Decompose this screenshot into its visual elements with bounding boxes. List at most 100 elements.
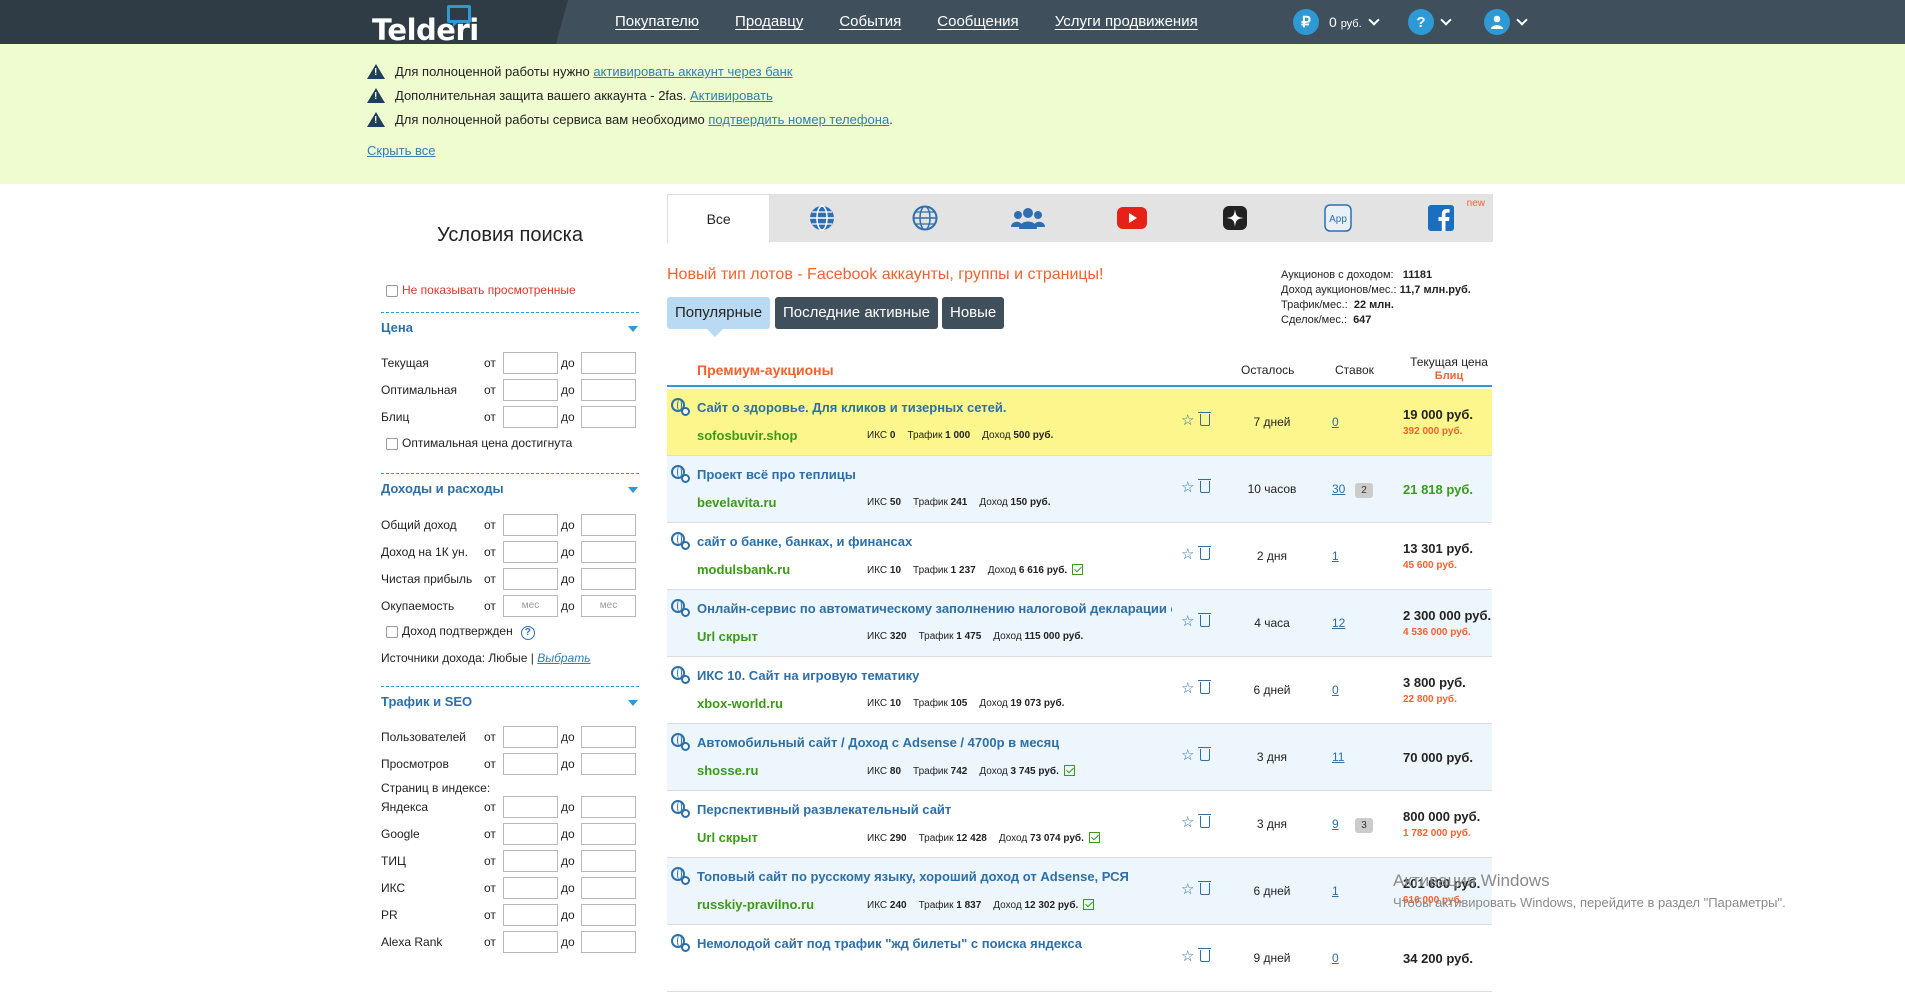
to-input[interactable] — [581, 850, 636, 872]
tab-youtube[interactable] — [1080, 194, 1183, 242]
star-icon[interactable]: ☆ — [1181, 815, 1194, 830]
site-search-icon[interactable] — [671, 867, 691, 887]
lot-title-link[interactable]: Онлайн-сервис по автоматическому заполне… — [697, 601, 1172, 616]
table-row[interactable]: Онлайн-сервис по автоматическому заполне… — [667, 590, 1492, 657]
filter-last-active[interactable]: Последние активные — [775, 297, 939, 329]
site-search-icon[interactable] — [671, 599, 691, 619]
from-input[interactable] — [503, 541, 558, 563]
col-time-left[interactable]: Осталось — [1241, 363, 1294, 377]
optimal-reached-checkbox[interactable]: Оптимальная цена достигнута — [386, 436, 572, 450]
from-input[interactable] — [503, 753, 558, 775]
from-input[interactable] — [503, 726, 558, 748]
star-icon[interactable]: ☆ — [1181, 480, 1194, 495]
from-months-input[interactable]: мес — [503, 595, 558, 617]
from-input[interactable] — [503, 850, 558, 872]
lot-title-link[interactable]: Проект всё про теплицы — [697, 467, 856, 482]
lot-title-link[interactable]: Сайт о здоровье. Для кликов и тизерных с… — [697, 400, 1007, 415]
tab-groups[interactable] — [977, 194, 1080, 242]
to-input[interactable] — [581, 931, 636, 953]
lot-title-link[interactable]: Автомобильный сайт / Доход с Adsense / 4… — [697, 735, 1059, 750]
from-input[interactable] — [503, 877, 558, 899]
chevron-down-icon[interactable] — [628, 487, 638, 493]
bids-link[interactable]: 0 — [1332, 683, 1339, 697]
activate-2fa-link[interactable]: Активировать — [690, 88, 773, 103]
lot-title-link[interactable]: Перспективный развлекательный сайт — [697, 802, 951, 817]
tab-all[interactable]: Все — [667, 194, 771, 243]
nav-seller[interactable]: Продавцу — [735, 13, 803, 30]
comments-badge[interactable]: 3 — [1355, 818, 1373, 833]
nav-promotion[interactable]: Услуги продвижения — [1055, 13, 1198, 30]
to-input[interactable] — [581, 352, 636, 374]
site-search-icon[interactable] — [671, 934, 691, 954]
star-icon[interactable]: ☆ — [1181, 681, 1194, 696]
from-input[interactable] — [503, 352, 558, 374]
from-input[interactable] — [503, 904, 558, 926]
confirm-phone-link[interactable]: подтвердить номер телефона — [708, 112, 889, 127]
col-price[interactable]: Текущая цена Блиц — [1407, 355, 1491, 383]
site-search-icon[interactable] — [671, 465, 691, 485]
balance-menu[interactable]: ₽ 0 руб. — [1293, 9, 1380, 35]
star-icon[interactable]: ☆ — [1181, 949, 1194, 964]
to-input[interactable] — [581, 726, 636, 748]
help-icon[interactable]: ? — [520, 626, 535, 640]
lot-title-link[interactable]: Топовый сайт по русскому языку, хороший … — [697, 869, 1129, 884]
section-traffic[interactable]: Трафик и SEO — [381, 694, 472, 709]
to-input[interactable] — [581, 514, 636, 536]
hide-all-link[interactable]: Скрыть все — [367, 143, 435, 158]
user-menu[interactable] — [1484, 9, 1528, 35]
site-search-icon[interactable] — [671, 666, 691, 686]
bids-link[interactable]: 11 — [1332, 750, 1344, 764]
trash-icon[interactable] — [1198, 680, 1211, 694]
tab-zen[interactable] — [1183, 194, 1286, 242]
bids-link[interactable]: 0 — [1332, 951, 1339, 965]
to-input[interactable] — [581, 877, 636, 899]
to-input[interactable] — [581, 796, 636, 818]
table-row[interactable]: Сайт о здоровье. Для кликов и тизерных с… — [667, 389, 1492, 456]
tab-facebook[interactable]: new — [1390, 194, 1493, 242]
trash-icon[interactable] — [1198, 881, 1211, 895]
bids-link[interactable]: 30 — [1332, 482, 1345, 496]
to-input[interactable] — [581, 823, 636, 845]
star-icon[interactable]: ☆ — [1181, 413, 1194, 428]
table-row[interactable]: ИКС 10. Сайт на игровую тематику xbox-wor… — [667, 657, 1492, 724]
site-search-icon[interactable] — [671, 532, 691, 552]
col-bids[interactable]: Ставок — [1335, 363, 1374, 377]
trash-icon[interactable] — [1198, 747, 1211, 761]
nav-messages[interactable]: Сообщения — [937, 13, 1018, 30]
from-input[interactable] — [503, 406, 558, 428]
income-confirmed-checkbox[interactable]: Доход подтвержден? — [386, 624, 535, 640]
trash-icon[interactable] — [1198, 546, 1211, 560]
nav-buyer[interactable]: Покупателю — [615, 13, 699, 30]
tab-sites[interactable] — [770, 194, 873, 242]
tab-domains[interactable] — [874, 194, 977, 242]
table-row[interactable]: Проект всё про теплицы bevelavita.ru ИКС 5… — [667, 456, 1492, 523]
site-search-icon[interactable] — [671, 800, 691, 820]
from-input[interactable] — [503, 514, 558, 536]
from-input[interactable] — [503, 568, 558, 590]
star-icon[interactable]: ☆ — [1181, 748, 1194, 763]
bids-link[interactable]: 9 — [1332, 817, 1339, 831]
trash-icon[interactable] — [1198, 948, 1211, 962]
table-row[interactable]: сайт о банке, банках, и финансах modulsba… — [667, 523, 1492, 590]
to-input[interactable] — [581, 568, 636, 590]
to-input[interactable] — [581, 753, 636, 775]
from-input[interactable] — [503, 823, 558, 845]
section-price[interactable]: Цена — [381, 320, 413, 335]
bids-link[interactable]: 1 — [1332, 549, 1339, 563]
promo-banner[interactable]: Новый тип лотов - Facebook аккаунты, гру… — [667, 266, 1104, 284]
to-input[interactable] — [581, 904, 636, 926]
to-input[interactable] — [581, 406, 636, 428]
lot-title-link[interactable]: Немолодой сайт под трафик "жд билеты" с … — [697, 936, 1082, 951]
filter-popular[interactable]: Популярные — [667, 297, 771, 337]
from-input[interactable] — [503, 931, 558, 953]
to-months-input[interactable]: мес — [581, 595, 636, 617]
chevron-down-icon[interactable] — [628, 326, 638, 332]
from-input[interactable] — [503, 379, 558, 401]
income-sources-select-link[interactable]: Выбрать — [537, 651, 590, 665]
nav-events[interactable]: События — [839, 13, 901, 30]
trash-icon[interactable] — [1198, 412, 1211, 426]
bids-link[interactable]: 1 — [1332, 884, 1339, 898]
activate-bank-link[interactable]: активировать аккаунт через банк — [593, 64, 792, 79]
star-icon[interactable]: ☆ — [1181, 614, 1194, 629]
table-row[interactable]: Автомобильный сайт / Доход с Adsense / 4… — [667, 724, 1492, 791]
